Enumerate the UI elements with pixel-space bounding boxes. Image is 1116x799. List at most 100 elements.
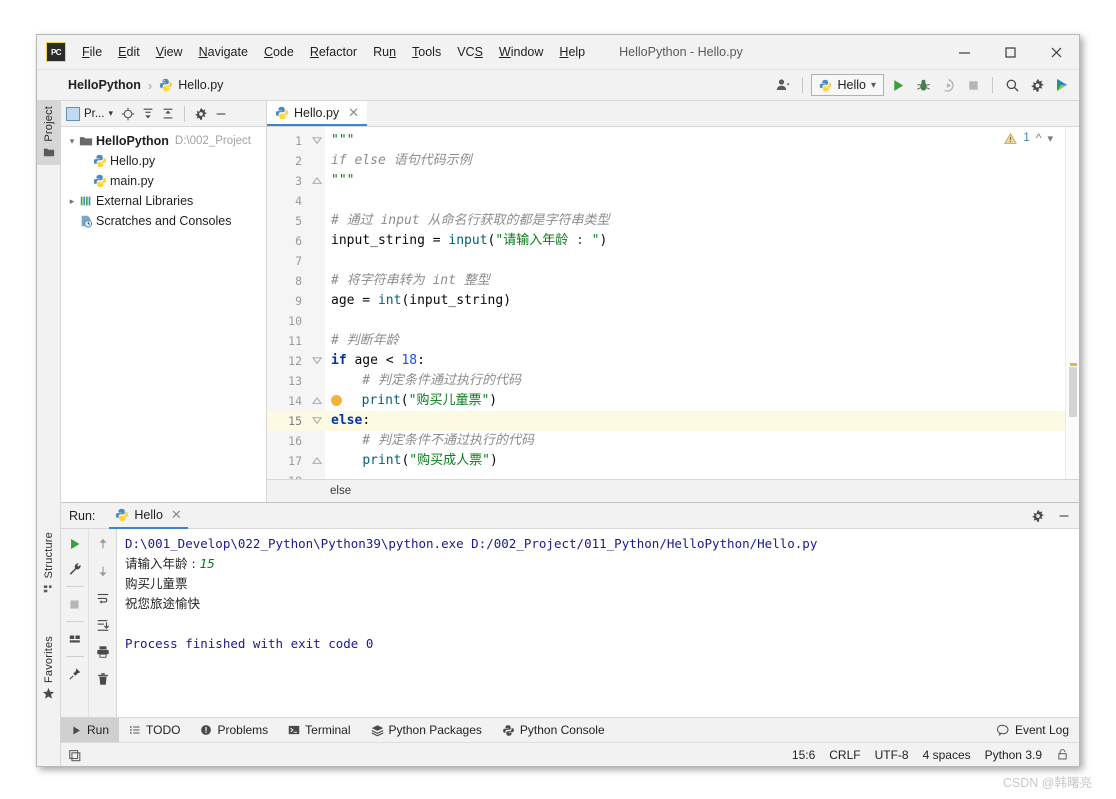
fold-marker[interactable]	[309, 131, 325, 151]
sidebar-item-favorites[interactable]: Favorites	[37, 631, 60, 707]
bottom-tab-python-console[interactable]: Python Console	[492, 718, 615, 742]
line-number[interactable]: 18	[267, 471, 309, 479]
status-indent[interactable]: 4 spaces	[923, 748, 971, 762]
status-encoding[interactable]: UTF-8	[875, 748, 909, 762]
hide-icon[interactable]	[212, 105, 230, 123]
menu-help[interactable]: Help	[551, 42, 593, 62]
line-number[interactable]: 10	[267, 311, 309, 331]
code-line[interactable]: # 判断年龄	[325, 331, 1065, 351]
fold-marker[interactable]	[309, 351, 325, 371]
line-number[interactable]: 11	[267, 331, 309, 351]
breadcrumb-else[interactable]: else	[330, 485, 351, 497]
soft-wrap-icon[interactable]	[93, 588, 113, 608]
sidebar-item-structure[interactable]: Structure	[37, 527, 60, 601]
settings-icon[interactable]	[1026, 74, 1048, 96]
line-number[interactable]: 14	[267, 391, 309, 411]
breadcrumb-file[interactable]: Hello.py	[178, 78, 223, 92]
line-number[interactable]: 9	[267, 291, 309, 311]
tree-item-external-libraries[interactable]: ▸ External Libraries	[61, 191, 266, 211]
status-layout-button[interactable]	[68, 748, 82, 762]
line-number[interactable]: 15	[267, 411, 309, 431]
status-caret-position[interactable]: 15:6	[792, 748, 815, 762]
code-line[interactable]: print("购买成人票")	[325, 451, 1065, 471]
ide-assistant-icon[interactable]	[1051, 74, 1073, 96]
editor-tab-hello-py[interactable]: Hello.py ✕	[267, 101, 368, 126]
code-folding-column[interactable]	[309, 127, 325, 479]
code-line[interactable]	[325, 191, 1065, 211]
menu-window[interactable]: Window	[491, 42, 551, 62]
inspection-widget[interactable]: 1 ^ ▾	[1004, 131, 1053, 145]
chevron-right-icon[interactable]: ▸	[65, 196, 79, 207]
search-icon[interactable]	[1001, 74, 1023, 96]
bottom-tab-problems[interactable]: Problems	[190, 718, 278, 742]
menu-vcs[interactable]: VCS	[449, 42, 491, 62]
run-coverage-icon[interactable]	[937, 74, 959, 96]
code-line[interactable]: print("购买儿童票")	[325, 391, 1065, 411]
close-icon[interactable]: ✕	[348, 105, 359, 121]
code-line[interactable]: input_string = input("请输入年龄 : ")	[325, 231, 1065, 251]
line-number[interactable]: 4	[267, 191, 309, 211]
tree-item-hellopython[interactable]: ▾ HelloPython D:\002_Project	[61, 131, 266, 151]
bottom-tab-todo[interactable]: TODO	[119, 718, 190, 742]
sidebar-item-project[interactable]: Project	[37, 101, 60, 165]
rerun-icon[interactable]	[65, 534, 85, 554]
status-interpreter[interactable]: Python 3.9	[985, 748, 1042, 762]
tree-item-main-py[interactable]: main.py	[61, 171, 266, 191]
fold-marker[interactable]	[309, 171, 325, 191]
account-icon[interactable]	[772, 74, 794, 96]
line-number[interactable]: 12	[267, 351, 309, 371]
event-log-button[interactable]: Event Log	[996, 718, 1069, 742]
chevron-down-icon[interactable]: ▾	[1047, 132, 1053, 145]
bottom-tab-run[interactable]: Run	[61, 718, 120, 742]
code-line[interactable]: # 将字符串转为 int 整型	[325, 271, 1065, 291]
menu-edit[interactable]: Edit	[110, 42, 148, 62]
debug-icon[interactable]	[912, 74, 934, 96]
wrench-icon[interactable]	[65, 559, 85, 579]
layout-icon[interactable]	[65, 629, 85, 649]
chevron-down-icon[interactable]: ▾	[108, 108, 113, 119]
bottom-tab-terminal[interactable]: Terminal	[278, 718, 360, 742]
menu-navigate[interactable]: Navigate	[191, 42, 256, 62]
menu-code[interactable]: Code	[256, 42, 302, 62]
maximize-icon[interactable]	[987, 35, 1033, 69]
line-number[interactable]: 5	[267, 211, 309, 231]
chevron-down-icon[interactable]: ▾	[871, 80, 876, 91]
code-line[interactable]	[325, 251, 1065, 271]
menu-run[interactable]: Run	[365, 42, 404, 62]
line-number[interactable]: 8	[267, 271, 309, 291]
chevron-up-icon[interactable]: ^	[1036, 131, 1042, 145]
menu-view[interactable]: View	[148, 42, 191, 62]
line-number[interactable]: 13	[267, 371, 309, 391]
gear-icon[interactable]	[192, 105, 210, 123]
line-number[interactable]: 17	[267, 451, 309, 471]
gear-icon[interactable]	[1031, 509, 1045, 523]
warning-stripe-mark[interactable]	[1070, 363, 1077, 366]
code-line[interactable]	[325, 311, 1065, 331]
locate-icon[interactable]	[119, 105, 137, 123]
run-console-output[interactable]: D:\001_Develop\022_Python\Python39\pytho…	[117, 529, 1079, 717]
trash-icon[interactable]	[93, 669, 113, 689]
tree-item-scratches[interactable]: Scratches and Consoles	[61, 211, 266, 231]
fold-marker[interactable]	[309, 411, 325, 431]
tree-item-hello-py[interactable]: Hello.py	[61, 151, 266, 171]
run-icon[interactable]	[887, 74, 909, 96]
project-panel-title[interactable]: Pr... ▾	[66, 106, 113, 121]
line-number[interactable]: 16	[267, 431, 309, 451]
code-line[interactable]: if age < 18:	[325, 351, 1065, 371]
collapse-all-icon[interactable]	[159, 105, 177, 123]
fold-marker[interactable]	[309, 391, 325, 411]
code-line[interactable]: # 判定条件不通过执行的代码	[325, 431, 1065, 451]
run-tab-hello[interactable]: Hello ✕	[109, 502, 188, 529]
chevron-down-icon[interactable]: ▾	[65, 136, 79, 147]
menu-refactor[interactable]: Refactor	[302, 42, 365, 62]
lock-icon[interactable]	[1056, 748, 1069, 761]
code-line[interactable]: # 判定条件通过执行的代码	[325, 371, 1065, 391]
pin-icon[interactable]	[65, 664, 85, 684]
line-number[interactable]: 3	[267, 171, 309, 191]
minimize-icon[interactable]	[941, 35, 987, 69]
scroll-to-end-icon[interactable]	[93, 615, 113, 635]
line-number[interactable]: 2	[267, 151, 309, 171]
line-number[interactable]: 6	[267, 231, 309, 251]
menu-tools[interactable]: Tools	[404, 42, 449, 62]
arrow-up-icon[interactable]	[93, 534, 113, 554]
